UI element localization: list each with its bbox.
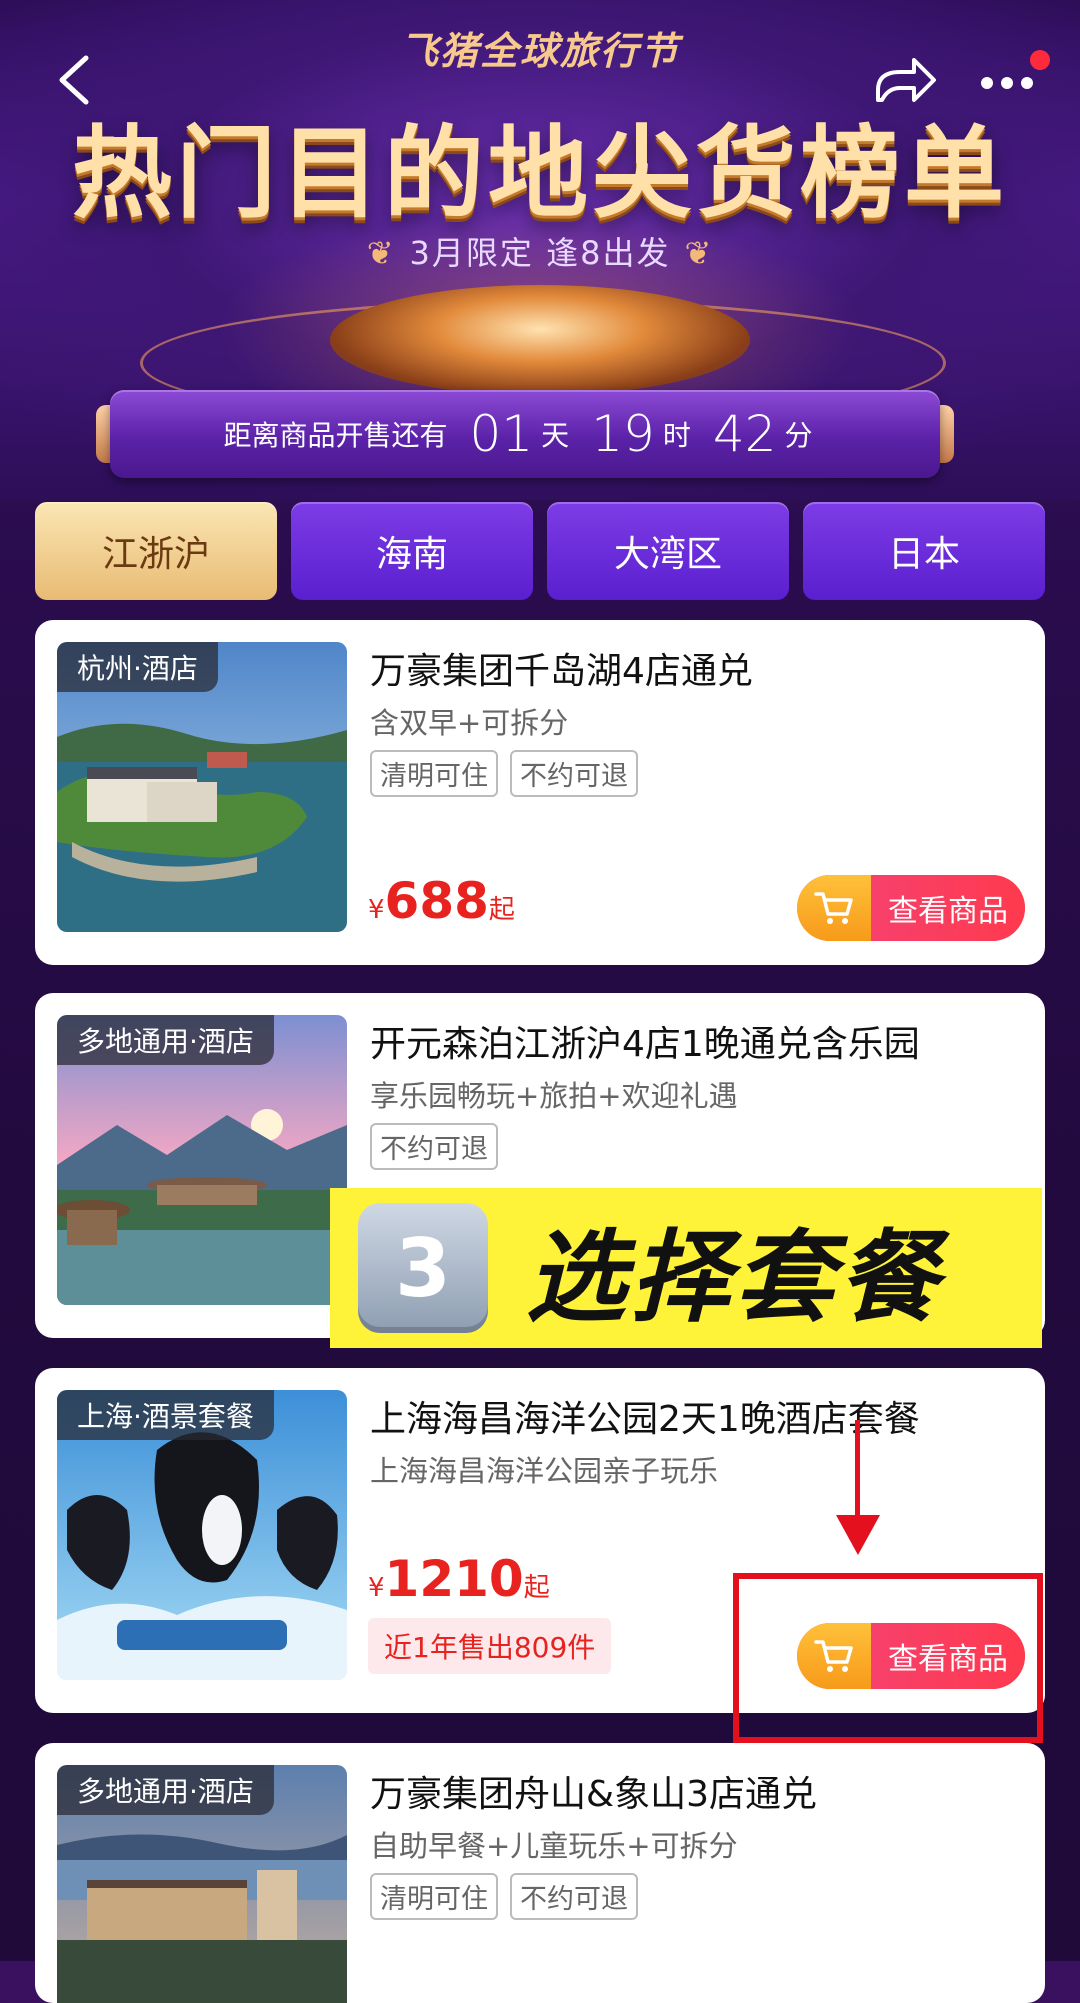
product-image[interactable]: 杭州·酒店 xyxy=(57,642,347,932)
product-badges: 清明可住 不约可退 xyxy=(370,750,638,797)
cart-icon xyxy=(797,875,871,941)
price-value: 1210 xyxy=(384,1550,524,1608)
countdown-minutes: 42 xyxy=(712,405,777,463)
view-product-label: 查看商品 xyxy=(871,875,1025,941)
page-title: 热门目的地尖货榜单 xyxy=(72,115,1008,232)
share-icon xyxy=(876,58,936,102)
laurel-right-icon: ❦ xyxy=(684,234,714,272)
step-instruction-text: 选择套餐 xyxy=(526,1218,942,1336)
price-currency: ¥ xyxy=(368,1573,385,1603)
region-tabs: 江浙沪 海南 大湾区 日本 xyxy=(35,502,1045,600)
sales-count-badge: 近1年售出809件 xyxy=(368,1618,612,1674)
product-desc: 含双早+可拆分 xyxy=(370,706,569,740)
countdown-days: 01 xyxy=(469,405,534,463)
product-image[interactable]: 多地通用·酒店 xyxy=(57,1765,347,2003)
tab-greater-bay-area[interactable]: 大湾区 xyxy=(547,502,789,600)
highlight-box xyxy=(733,1573,1043,1743)
product-title: 万豪集团千岛湖4店通兑 xyxy=(370,651,753,692)
price-suffix: 起 xyxy=(488,895,515,925)
subtitle: ❦ 3月限定 逢8出发 ❦ xyxy=(0,228,1080,274)
badge: 不约可退 xyxy=(510,750,638,797)
product-title: 万豪集团舟山&象山3店通兑 xyxy=(370,1774,817,1815)
step-instruction-banner: 3 选择套餐 xyxy=(330,1188,1042,1348)
product-badges: 清明可住 不约可退 xyxy=(370,1873,638,1920)
laurel-left-icon: ❦ xyxy=(366,234,396,272)
tab-jiangzhehu[interactable]: 江浙沪 xyxy=(35,502,277,600)
product-desc: 自助早餐+儿童玩乐+可拆分 xyxy=(370,1829,738,1863)
badge: 清明可住 xyxy=(370,1873,498,1920)
view-product-button[interactable]: 查看商品 xyxy=(797,875,1025,941)
product-price: ¥1210起 xyxy=(368,1550,550,1608)
badge: 清明可住 xyxy=(370,750,498,797)
podium-decoration xyxy=(330,285,750,395)
badge: 不约可退 xyxy=(370,1123,498,1170)
product-desc: 上海海昌海洋公园亲子玩乐 xyxy=(370,1454,719,1488)
product-tag: 上海·酒景套餐 xyxy=(57,1390,274,1440)
product-title: 上海海昌海洋公园2天1晚酒店套餐 xyxy=(370,1399,920,1440)
countdown-days-unit: 天 xyxy=(541,419,570,452)
arrow-down-icon xyxy=(836,1515,880,1555)
product-tag: 多地通用·酒店 xyxy=(57,1765,274,1815)
product-price: ¥688起 xyxy=(368,872,515,930)
price-value: 688 xyxy=(384,872,489,930)
chevron-left-icon xyxy=(59,55,89,105)
countdown-hours: 19 xyxy=(591,405,655,463)
product-image[interactable]: 多地通用·酒店 xyxy=(57,1015,347,1305)
share-button[interactable] xyxy=(870,50,940,110)
product-card[interactable]: 杭州·酒店 万豪集团千岛湖4店通兑 含双早+可拆分 清明可住 不约可退 ¥688… xyxy=(35,620,1045,965)
countdown-label: 距离商品开售还有 xyxy=(223,419,448,452)
badge: 不约可退 xyxy=(510,1873,638,1920)
back-button[interactable] xyxy=(50,50,100,110)
header-banner: 飞猪全球旅行节 热门目的地尖货榜单 ❦ 3月限定 逢8出发 ❦ 距离商品开售还有 0… xyxy=(0,0,1080,500)
countdown-hours-unit: 时 xyxy=(662,419,691,452)
product-desc: 享乐园畅玩+旅拍+欢迎礼遇 xyxy=(370,1079,738,1113)
countdown-minutes-unit: 分 xyxy=(784,419,813,452)
product-badges: 不约可退 xyxy=(370,1123,498,1170)
price-currency: ¥ xyxy=(368,895,385,925)
notification-dot xyxy=(1030,50,1050,70)
product-image[interactable]: 上海·酒景套餐 xyxy=(57,1390,347,1680)
pointer-arrow-shaft xyxy=(855,1420,860,1520)
tab-hainan[interactable]: 海南 xyxy=(291,502,533,600)
product-tag: 多地通用·酒店 xyxy=(57,1015,274,1065)
product-tag: 杭州·酒店 xyxy=(57,642,218,692)
product-title: 开元森泊江浙沪4店1晚通兑含乐园 xyxy=(370,1024,920,1065)
tab-japan[interactable]: 日本 xyxy=(803,502,1045,600)
price-suffix: 起 xyxy=(523,1573,550,1603)
subtitle-text: 3月限定 逢8出发 xyxy=(409,234,671,272)
product-card[interactable]: 多地通用·酒店 万豪集团舟山&象山3店通兑 自助早餐+儿童玩乐+可拆分 清明可住… xyxy=(35,1743,1045,2003)
step-number-badge: 3 xyxy=(358,1203,488,1333)
countdown-bar: 距离商品开售还有 01 天 19 时 42 分 xyxy=(110,390,940,478)
